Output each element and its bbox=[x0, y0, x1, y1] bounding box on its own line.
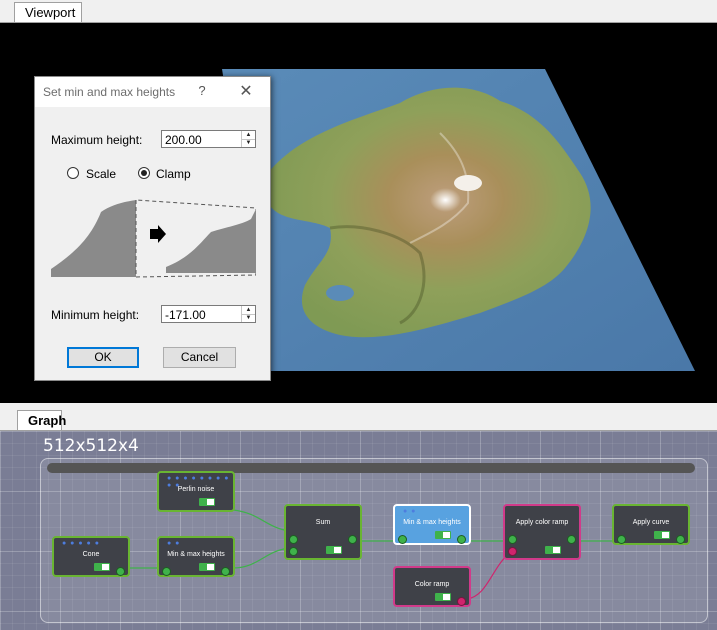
node-title: Apply color ramp bbox=[515, 519, 569, 526]
node-title: Min & max heights bbox=[403, 519, 461, 526]
tab-graph[interactable]: Graph bbox=[17, 410, 66, 430]
lagoon bbox=[326, 285, 354, 301]
graph-canvas[interactable]: 512x512x4 ● ● ● ● ● Cone ● ● ● ● ● ● ● ●… bbox=[0, 431, 717, 630]
node-param-dots: ● ● ● ● ● bbox=[62, 540, 100, 547]
input-port-a[interactable] bbox=[289, 535, 298, 544]
node-perlin-noise[interactable]: ● ● ● ● ● ● ● ● ● ● Perlin noise bbox=[157, 471, 235, 512]
min-height-input[interactable]: -171.00 ▲ ▼ bbox=[161, 305, 256, 323]
max-height-value[interactable]: 200.00 bbox=[165, 133, 202, 147]
node-enable-toggle[interactable] bbox=[326, 546, 342, 554]
clamp-illustration bbox=[51, 199, 256, 278]
node-sum[interactable]: Sum bbox=[284, 504, 362, 560]
ramp-input-port[interactable] bbox=[508, 547, 517, 556]
tab-viewport[interactable]: Viewport bbox=[14, 2, 82, 22]
min-max-heights-dialog: Set min and max heights ? ✕ Maximum heig… bbox=[34, 76, 271, 381]
summit-snow bbox=[454, 175, 482, 191]
node-enable-toggle[interactable] bbox=[435, 593, 451, 601]
node-enable-toggle[interactable] bbox=[199, 498, 215, 506]
scale-label: Scale bbox=[86, 167, 117, 181]
node-min-max-heights[interactable]: ● ● Min & max heights bbox=[157, 536, 235, 577]
node-enable-toggle[interactable] bbox=[435, 531, 451, 539]
cancel-button[interactable]: Cancel bbox=[163, 347, 236, 368]
dialog-title: Set min and max heights bbox=[43, 85, 176, 99]
ok-button[interactable]: OK bbox=[67, 347, 139, 368]
node-min-max-heights-selected[interactable]: ● ● Min & max heights bbox=[393, 504, 471, 545]
max-height-spinner[interactable]: ▲ ▼ bbox=[241, 131, 255, 147]
input-port[interactable] bbox=[617, 535, 626, 544]
output-port[interactable] bbox=[676, 535, 685, 544]
output-port[interactable] bbox=[348, 535, 357, 544]
graph-tabstrip: Graph bbox=[0, 408, 717, 431]
node-title: Sum bbox=[315, 519, 331, 526]
output-port[interactable] bbox=[457, 597, 466, 606]
close-icon[interactable]: ✕ bbox=[238, 81, 254, 101]
node-enable-toggle[interactable] bbox=[654, 531, 670, 539]
node-color-ramp[interactable]: Color ramp bbox=[393, 566, 471, 607]
node-apply-curve[interactable]: Apply curve bbox=[612, 504, 690, 545]
node-title: Color ramp bbox=[414, 581, 450, 588]
node-enable-toggle[interactable] bbox=[545, 546, 561, 554]
input-port-b[interactable] bbox=[289, 547, 298, 556]
input-port[interactable] bbox=[162, 567, 171, 576]
help-icon[interactable]: ? bbox=[195, 83, 209, 98]
output-port[interactable] bbox=[457, 535, 466, 544]
clamp-label: Clamp bbox=[156, 167, 191, 181]
node-apply-color-ramp[interactable]: Apply color ramp bbox=[503, 504, 581, 560]
input-port[interactable] bbox=[508, 535, 517, 544]
node-title: Perlin noise bbox=[177, 486, 215, 493]
viewport-tabstrip: Viewport bbox=[0, 0, 717, 23]
max-height-input[interactable]: 200.00 ▲ ▼ bbox=[161, 130, 256, 148]
spin-down-icon[interactable]: ▼ bbox=[242, 314, 255, 322]
dialog-titlebar[interactable]: Set min and max heights ? ✕ bbox=[35, 77, 270, 107]
min-height-value[interactable]: -171.00 bbox=[165, 308, 206, 322]
node-param-dots: ● ● bbox=[167, 540, 181, 547]
node-title: Cone bbox=[82, 551, 100, 558]
spin-down-icon[interactable]: ▼ bbox=[242, 139, 255, 147]
arrow-right-icon bbox=[150, 225, 166, 243]
min-height-label: Minimum height: bbox=[51, 308, 140, 322]
node-title: Apply curve bbox=[632, 519, 670, 526]
clamp-radio[interactable] bbox=[138, 167, 150, 179]
output-port[interactable] bbox=[221, 567, 230, 576]
radio-selected-dot bbox=[141, 170, 147, 176]
input-port[interactable] bbox=[398, 535, 407, 544]
node-param-dots: ● ● bbox=[403, 508, 417, 515]
node-cone[interactable]: ● ● ● ● ● Cone bbox=[52, 536, 130, 577]
viewport-area[interactable]: Set min and max heights ? ✕ Maximum heig… bbox=[0, 23, 717, 403]
node-enable-toggle[interactable] bbox=[94, 563, 110, 571]
min-height-spinner[interactable]: ▲ ▼ bbox=[241, 306, 255, 322]
scale-radio[interactable] bbox=[67, 167, 79, 179]
node-enable-toggle[interactable] bbox=[199, 563, 215, 571]
node-title: Min & max heights bbox=[167, 551, 225, 558]
output-port[interactable] bbox=[567, 535, 576, 544]
output-port[interactable] bbox=[116, 567, 125, 576]
max-height-label: Maximum height: bbox=[51, 133, 143, 147]
